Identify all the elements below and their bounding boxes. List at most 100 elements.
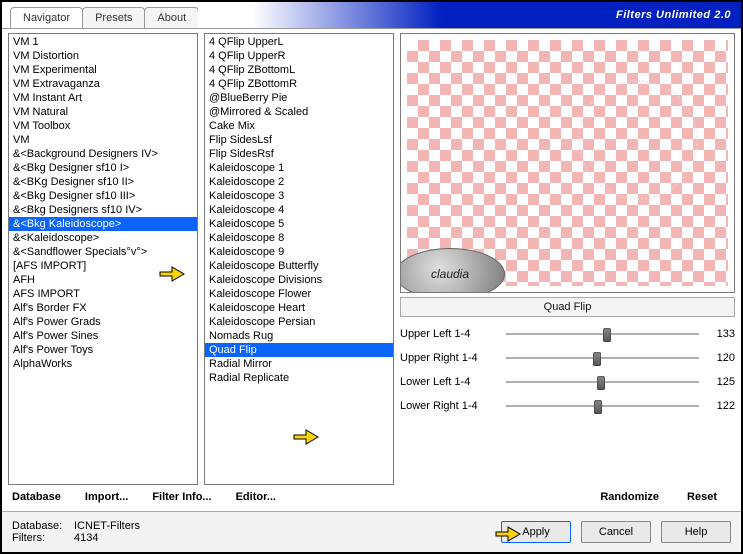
- slider-track[interactable]: [506, 375, 699, 389]
- tab-about[interactable]: About: [144, 7, 199, 28]
- status-filters-val: 4134: [74, 532, 98, 544]
- list-item[interactable]: &<Bkg Kaleidoscope>: [9, 217, 197, 231]
- slider-thumb[interactable]: [593, 352, 601, 366]
- slider-row: Upper Left 1-4 133: [400, 327, 735, 341]
- list-item[interactable]: Kaleidoscope 8: [205, 231, 393, 245]
- list-item[interactable]: Kaleidoscope 3: [205, 189, 393, 203]
- filter-listbox[interactable]: 4 QFlip UpperL4 QFlip UpperR4 QFlip ZBot…: [204, 33, 394, 485]
- reset-button[interactable]: Reset: [687, 489, 717, 505]
- slider-row: Upper Right 1-4 120: [400, 351, 735, 365]
- right-panel: claudia Quad Flip Upper Left 1-4133Upper…: [400, 33, 735, 485]
- tab-navigator[interactable]: Navigator: [10, 7, 83, 28]
- status-bar: Database: ICNET-Filters Filters: 4134 Appl…: [2, 512, 741, 552]
- list-item[interactable]: 4 QFlip ZBottomR: [205, 77, 393, 91]
- list-item[interactable]: 4 QFlip UpperR: [205, 49, 393, 63]
- list-item[interactable]: VM Natural: [9, 105, 197, 119]
- list-item[interactable]: Kaleidoscope 4: [205, 203, 393, 217]
- slider-panel: Upper Left 1-4 133 Upper Right 1-4 120 Lower…: [400, 321, 735, 413]
- randomize-button[interactable]: Randomize: [600, 489, 659, 505]
- list-item[interactable]: Kaleidoscope Divisions: [205, 273, 393, 287]
- slider-thumb[interactable]: [597, 376, 605, 390]
- list-item[interactable]: &<Bkg Designers sf10 IV>: [9, 203, 197, 217]
- list-item[interactable]: 4 QFlip ZBottomL: [205, 63, 393, 77]
- list-item[interactable]: 4 QFlip UpperL: [205, 35, 393, 49]
- list-item[interactable]: Kaleidoscope 2: [205, 175, 393, 189]
- slider-label: Upper Right 1-4: [400, 352, 500, 364]
- list-item[interactable]: Nomads Rug: [205, 329, 393, 343]
- status-info: Database: ICNET-Filters Filters: 4134: [12, 520, 140, 544]
- import-button[interactable]: Import...: [85, 489, 128, 505]
- current-filter-title: Quad Flip: [400, 297, 735, 317]
- list-item[interactable]: AlphaWorks: [9, 357, 197, 371]
- preview-wreath-icon: [578, 80, 698, 200]
- list-item[interactable]: Kaleidoscope 5: [205, 217, 393, 231]
- brand-bar: Filters Unlimited 2.0: [198, 2, 741, 28]
- list-item[interactable]: &<Bkg Designer sf10 III>: [9, 189, 197, 203]
- slider-thumb[interactable]: [594, 400, 602, 414]
- list-item[interactable]: Alf's Power Toys: [9, 343, 197, 357]
- list-item[interactable]: VM Distortion: [9, 49, 197, 63]
- tab-strip: Navigator Presets About: [2, 2, 198, 28]
- slider-track[interactable]: [506, 351, 699, 365]
- preview-box: claudia: [400, 33, 735, 293]
- titlebar: Navigator Presets About Filters Unlimite…: [2, 2, 741, 28]
- list-item[interactable]: Alf's Power Sines: [9, 329, 197, 343]
- list-item[interactable]: &<Kaleidoscope>: [9, 231, 197, 245]
- list-item[interactable]: VM: [9, 133, 197, 147]
- list-item[interactable]: &<BKg Designer sf10 II>: [9, 175, 197, 189]
- list-item[interactable]: VM Instant Art: [9, 91, 197, 105]
- status-filters-key: Filters:: [12, 532, 68, 544]
- slider-row: Lower Right 1-4 122: [400, 399, 735, 413]
- cancel-button[interactable]: Cancel: [581, 521, 651, 543]
- list-item[interactable]: &<Bkg Designer sf10 I>: [9, 161, 197, 175]
- main-row: VM 1VM DistortionVM ExperimentalVM Extra…: [2, 28, 741, 487]
- list-item[interactable]: &<Sandflower Specials°v°>: [9, 245, 197, 259]
- database-button[interactable]: Database: [12, 489, 61, 505]
- list-item[interactable]: &<Background Designers IV>: [9, 147, 197, 161]
- list-item[interactable]: Radial Mirror: [205, 357, 393, 371]
- editor-button[interactable]: Editor...: [236, 489, 276, 505]
- slider-label: Upper Left 1-4: [400, 328, 500, 340]
- slider-track[interactable]: [506, 399, 699, 413]
- list-item[interactable]: AFS IMPORT: [9, 287, 197, 301]
- list-item[interactable]: Alf's Border FX: [9, 301, 197, 315]
- list-item[interactable]: Cake Mix: [205, 119, 393, 133]
- list-item[interactable]: AFH: [9, 273, 197, 287]
- footer-toolbar: Database Import... Filter Info... Editor…: [2, 487, 741, 512]
- slider-row: Lower Left 1-4 125: [400, 375, 735, 389]
- list-item[interactable]: Kaleidoscope 1: [205, 161, 393, 175]
- slider-thumb[interactable]: [603, 328, 611, 342]
- slider-value: 125: [705, 376, 735, 388]
- slider-value: 122: [705, 400, 735, 412]
- list-item[interactable]: Radial Replicate: [205, 371, 393, 385]
- list-item[interactable]: Kaleidoscope Butterfly: [205, 259, 393, 273]
- slider-label: Lower Right 1-4: [400, 400, 500, 412]
- status-db-key: Database:: [12, 520, 68, 532]
- slider-label: Lower Left 1-4: [400, 376, 500, 388]
- list-item[interactable]: Alf's Power Grads: [9, 315, 197, 329]
- list-item[interactable]: VM Extravaganza: [9, 77, 197, 91]
- list-item[interactable]: Kaleidoscope Persian: [205, 315, 393, 329]
- slider-value: 133: [705, 328, 735, 340]
- app-title: Filters Unlimited 2.0: [616, 9, 731, 21]
- list-item[interactable]: VM 1: [9, 35, 197, 49]
- category-listbox[interactable]: VM 1VM DistortionVM ExperimentalVM Extra…: [8, 33, 198, 485]
- list-item[interactable]: @BlueBerry Pie: [205, 91, 393, 105]
- list-item[interactable]: Flip SidesLsf: [205, 133, 393, 147]
- list-item[interactable]: Flip SidesRsf: [205, 147, 393, 161]
- status-db-val: ICNET-Filters: [74, 520, 140, 532]
- list-item[interactable]: Kaleidoscope Flower: [205, 287, 393, 301]
- list-item[interactable]: [AFS IMPORT]: [9, 259, 197, 273]
- apply-button[interactable]: Apply: [501, 521, 571, 543]
- list-item[interactable]: VM Experimental: [9, 63, 197, 77]
- slider-track[interactable]: [506, 327, 699, 341]
- tab-presets[interactable]: Presets: [82, 7, 145, 28]
- list-item[interactable]: VM Toolbox: [9, 119, 197, 133]
- list-item[interactable]: Kaleidoscope Heart: [205, 301, 393, 315]
- slider-value: 120: [705, 352, 735, 364]
- list-item[interactable]: Kaleidoscope 9: [205, 245, 393, 259]
- help-button[interactable]: Help: [661, 521, 731, 543]
- list-item[interactable]: Quad Flip: [205, 343, 393, 357]
- filter-info-button[interactable]: Filter Info...: [152, 489, 211, 505]
- list-item[interactable]: @Mirrored & Scaled: [205, 105, 393, 119]
